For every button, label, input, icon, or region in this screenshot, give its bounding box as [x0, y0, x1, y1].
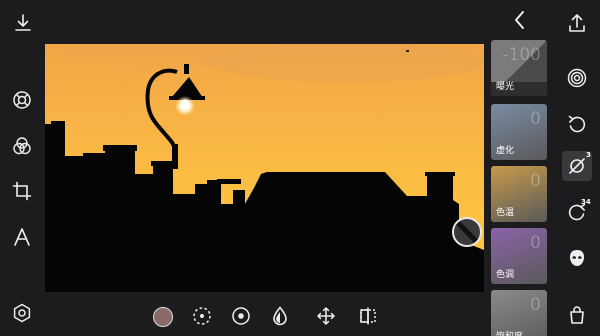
adjustment-value: -100 — [502, 45, 541, 65]
compare-icon[interactable] — [357, 305, 379, 327]
dashed-circle-select-icon[interactable] — [191, 305, 213, 327]
settings-icon[interactable] — [11, 302, 33, 324]
adjustment-card[interactable]: 0 饱和度 — [491, 290, 547, 336]
adjustment-value: 0 — [530, 171, 541, 191]
exposure-handle[interactable] — [450, 215, 484, 249]
download-icon[interactable] — [12, 12, 34, 34]
adjustment-panel: -100 曝光 0 虚化 0 色温 0 色调 0 饱和度 — [491, 40, 547, 336]
adjustment-card[interactable]: -100 曝光 — [491, 40, 547, 96]
adjustment-label: 曝光 — [496, 82, 515, 92]
lifebuoy-icon[interactable] — [11, 89, 33, 111]
share-icon[interactable] — [565, 11, 589, 35]
radial-select-icon[interactable] — [230, 305, 252, 327]
color-swatch[interactable] — [153, 307, 173, 327]
photo-canvas[interactable] — [45, 44, 484, 292]
back-chevron-icon[interactable] — [509, 9, 531, 31]
adjustment-value: 0 — [530, 295, 541, 315]
move-icon[interactable] — [315, 305, 337, 327]
adjustment-card[interactable]: 0 色温 — [491, 166, 547, 222]
text-tool-icon[interactable] — [11, 226, 33, 248]
adjustment-label: 色温 — [496, 208, 515, 218]
shopping-bag-icon[interactable] — [565, 303, 589, 327]
adjustment-label: 饱和度 — [496, 329, 523, 336]
adjustment-value: 0 — [530, 233, 541, 253]
layers-spiral-icon[interactable] — [565, 66, 589, 90]
droplet-icon[interactable] — [269, 305, 291, 327]
adjustment-card[interactable]: 0 色调 — [491, 228, 547, 284]
adjustment-label: 色调 — [496, 270, 515, 280]
crop-icon[interactable] — [11, 180, 33, 202]
redo-count-badge: 34 — [581, 198, 591, 206]
undo-icon[interactable] — [565, 112, 589, 136]
face-mask-icon[interactable] — [565, 246, 589, 270]
adjustment-label: 虚化 — [496, 146, 515, 156]
history-count-badge: 3 — [586, 151, 591, 159]
color-circles-icon[interactable] — [11, 135, 33, 157]
adjustment-value: 0 — [530, 109, 541, 129]
adjustment-card[interactable]: 0 虚化 — [491, 104, 547, 160]
